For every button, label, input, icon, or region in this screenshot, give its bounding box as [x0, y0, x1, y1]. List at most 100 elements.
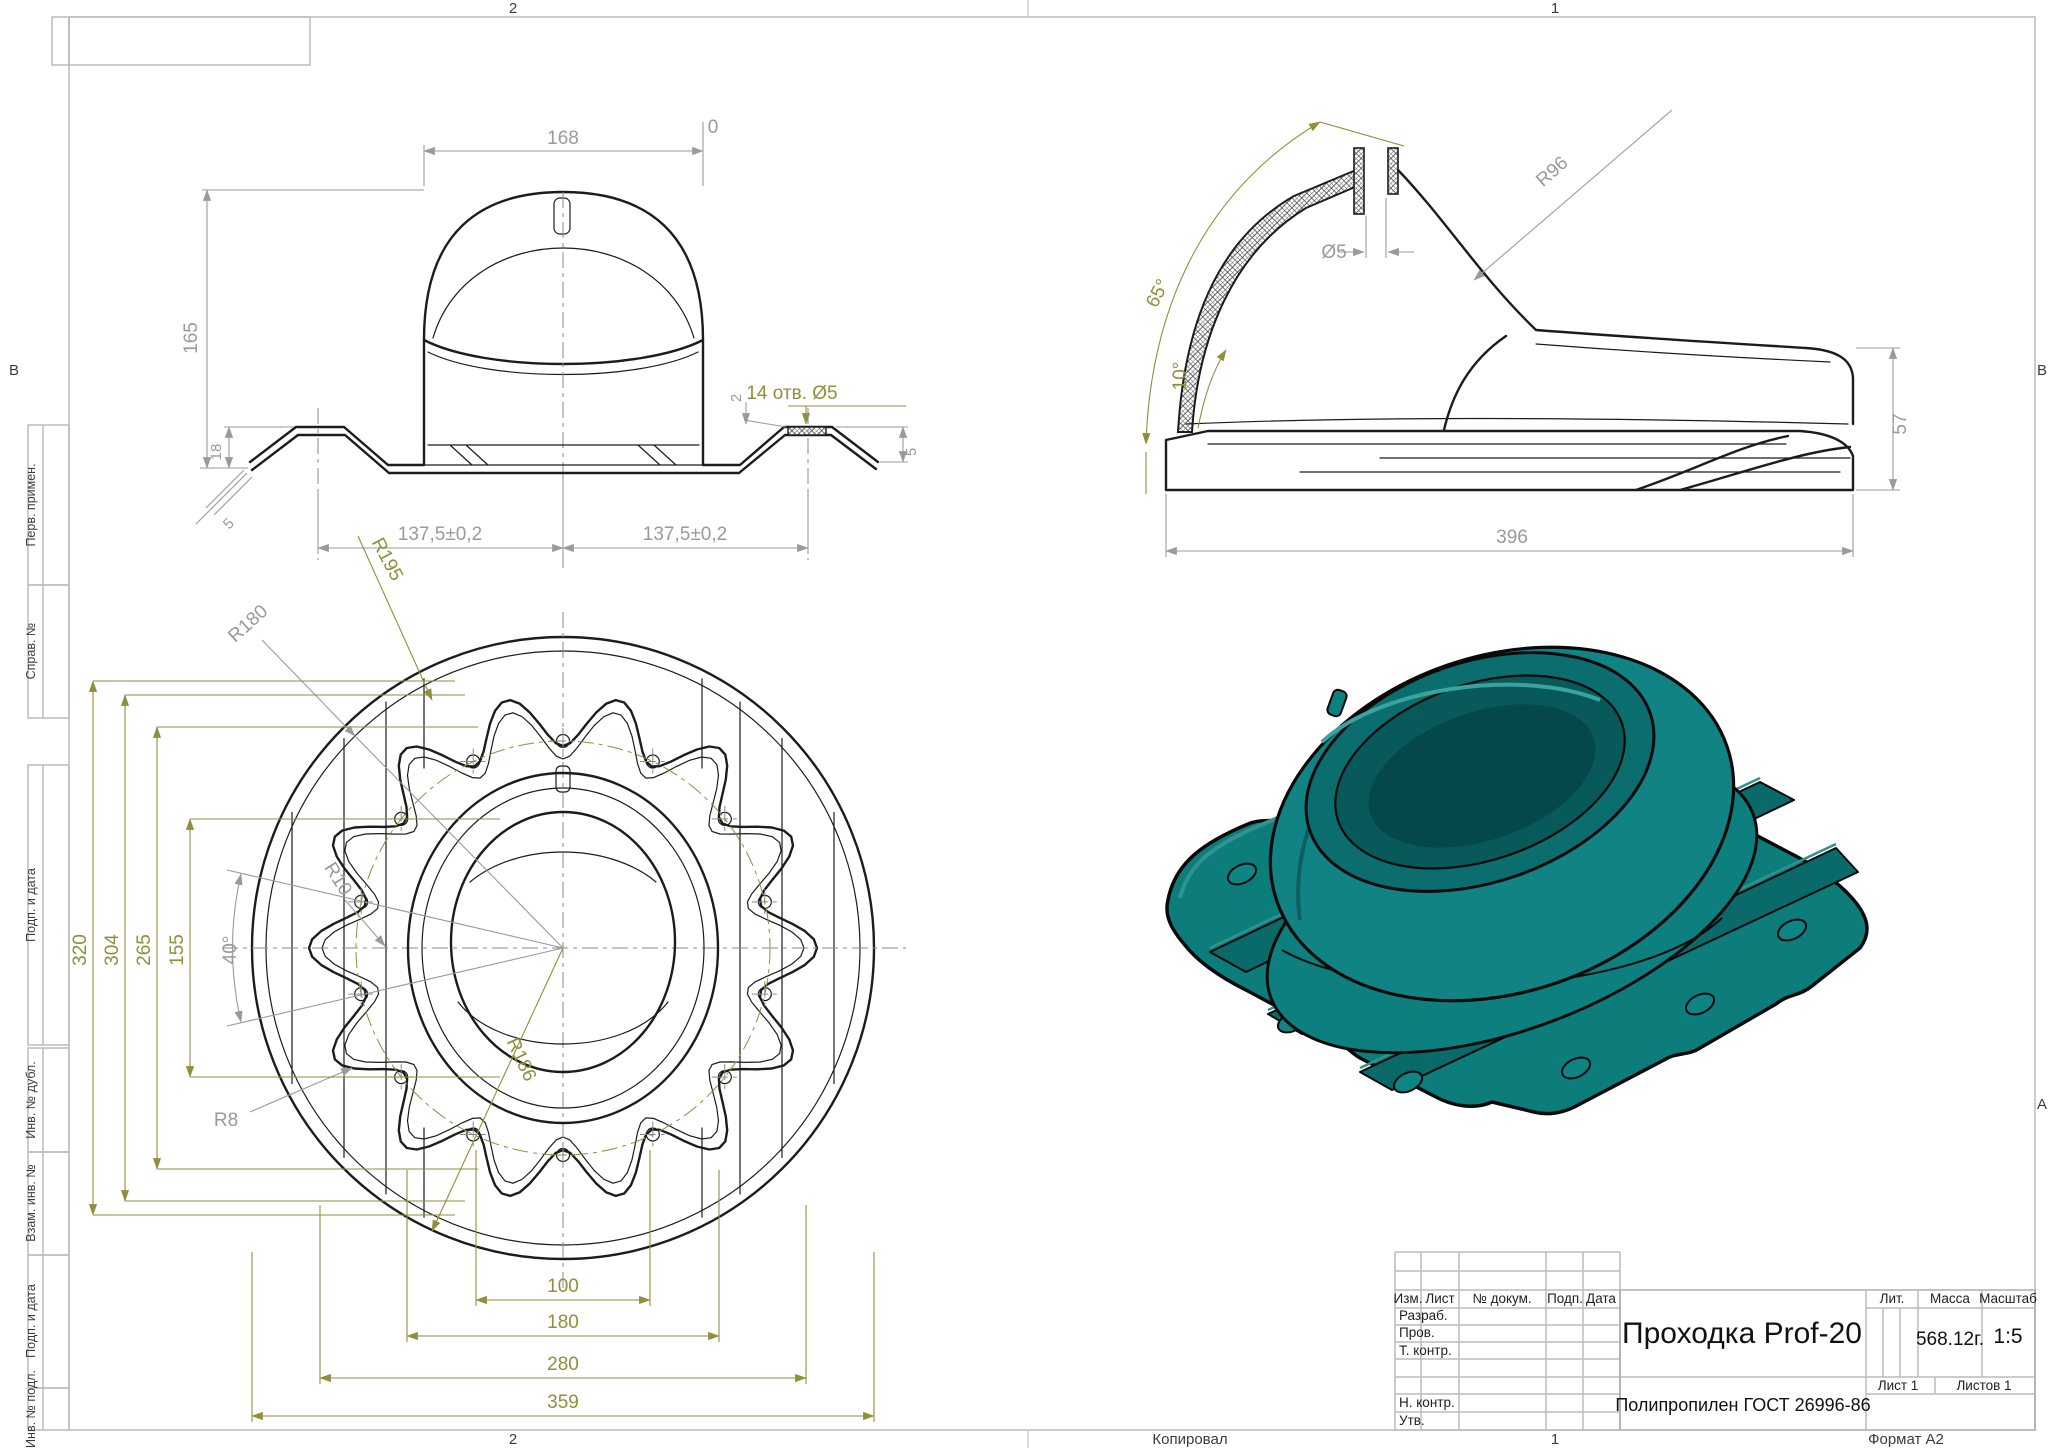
- sidebar-box: Инв. № подл.: [24, 1370, 69, 1448]
- row-tkontr: Т. контр.: [1399, 1343, 1452, 1358]
- dim-text-zero: 0: [708, 117, 719, 138]
- iso-view: [1167, 588, 1867, 1114]
- spigot-wall-right: [1388, 148, 1398, 194]
- mass-value: 568.12г.: [1916, 1329, 1984, 1350]
- dim-text: 137,5±0,2: [643, 524, 727, 545]
- sidebar-label: Подп. и дата: [24, 1284, 38, 1358]
- sidebar-label: Взам. инв. №: [24, 1164, 38, 1241]
- dim-text: 304: [102, 934, 123, 966]
- base-profile-bottom: [252, 435, 876, 473]
- sidebar-box: Справ. №: [24, 585, 69, 718]
- title-block: Изм. Лист № докум. Подп. Дата Разраб. Пр…: [1394, 1252, 2038, 1430]
- dim-text: 165: [181, 322, 202, 354]
- hole-centermark: [712, 1064, 738, 1090]
- dim-text: 396: [1496, 527, 1528, 548]
- iso-knob: [1326, 688, 1348, 717]
- row-letter-right: В: [2037, 362, 2047, 379]
- wall-section-hatch: [1178, 170, 1362, 432]
- sidebar-label: Инв. № дубл.: [24, 1061, 38, 1138]
- hole-centermark: [712, 806, 738, 832]
- sidebar-box: Инв. № дубл.: [24, 1048, 69, 1152]
- dim-137-pair: 137,5±0,2 137,5±0,2: [318, 478, 808, 554]
- side-body-outline: [1398, 170, 1853, 424]
- lit-label: Лит.: [1880, 1291, 1905, 1306]
- sidebar-box: Подп. и дата: [24, 1255, 69, 1388]
- row-nkontr: Н. контр.: [1399, 1395, 1455, 1410]
- dim-text: 280: [547, 1354, 579, 1375]
- drawing-canvas: 2 1 2 1 В В А Копировал Формат А2 Перв. …: [0, 0, 2048, 1448]
- dim-text: 5: [220, 515, 238, 533]
- col-podp: Подп.: [1547, 1291, 1583, 1306]
- sidebar-label: Подп. и дата: [24, 868, 38, 942]
- front-view: 168 0 165 18 5 137,5±0,2 13: [181, 117, 920, 572]
- zone-label: 1: [1551, 0, 1559, 17]
- dim-text: 137,5±0,2: [398, 524, 482, 545]
- side-body-front-edge: [1444, 336, 1506, 430]
- dim-text: 40°: [220, 936, 241, 965]
- hole-centermark: [752, 981, 778, 1007]
- spigot-wall-left: [1354, 148, 1364, 214]
- dim-168: 168 0: [424, 117, 718, 186]
- hole-section-hatch: [788, 427, 826, 435]
- dim-text: R96: [1532, 152, 1572, 191]
- col-izm: Изм.: [1394, 1291, 1423, 1306]
- row-prov: Пров.: [1399, 1325, 1435, 1340]
- sidebar-label: Инв. № подл.: [24, 1370, 38, 1448]
- dim-text: 14 отв. Ø5: [746, 383, 837, 404]
- copied-label: Копировал: [1152, 1431, 1227, 1448]
- dim-d5: Ø5: [1321, 198, 1414, 263]
- dim-57: 57: [1856, 348, 1911, 490]
- col-data: Дата: [1586, 1291, 1616, 1306]
- dome-knob: [554, 198, 570, 234]
- sidebar-label: Справ. №: [24, 623, 38, 680]
- sidebar-box: Подп. и дата: [24, 765, 69, 1045]
- dim-r180: R180: [224, 601, 563, 948]
- col-docnum: № докум.: [1472, 1291, 1531, 1306]
- dim-text: 320: [70, 934, 91, 966]
- corner-stamp-cell: [52, 17, 69, 65]
- dim-text: 57: [1890, 413, 1911, 434]
- dim-text: Ø5: [1321, 242, 1346, 263]
- sheet-number: Лист 1: [1878, 1378, 1919, 1393]
- dim-text: 5: [903, 448, 920, 456]
- drawing-material: Полипропилен ГОСТ 26996-86: [1615, 1395, 1870, 1415]
- side-base: [1166, 431, 1853, 490]
- dim-r195: R195: [358, 534, 432, 700]
- dim-5-right: 5: [836, 427, 920, 462]
- zone-label: 2: [509, 1431, 517, 1448]
- col-list: Лист: [1425, 1291, 1454, 1306]
- dim-text: 359: [547, 1392, 579, 1413]
- row-letter-right: А: [2037, 1096, 2047, 1113]
- sidebar-stamps: Перв. примен. Справ. № Подп. и дата Инв.…: [24, 425, 69, 1448]
- zone-label: 2: [509, 0, 517, 17]
- row-utv: Утв.: [1399, 1413, 1425, 1428]
- row-letter-left: В: [9, 362, 19, 379]
- sidebar-box: Взам. инв. №: [24, 1152, 69, 1255]
- scale-value: 1:5: [1993, 1325, 2022, 1348]
- dim-text: 155: [167, 934, 188, 966]
- side-view: 65° 10° Ø5 R96 57: [1142, 110, 1911, 557]
- dim-text: R10: [320, 859, 356, 900]
- sheets-total: Листов 1: [1956, 1378, 2011, 1393]
- sidebar-label: Перв. примен.: [24, 463, 38, 546]
- dim-396: 396: [1166, 494, 1853, 557]
- drawing-sheet: 2 1 2 1 В В А Копировал Формат А2 Перв. …: [0, 0, 2048, 1448]
- sidebar-box: Перв. примен.: [24, 425, 69, 585]
- scale-label: Масштаб: [1979, 1291, 2037, 1306]
- dim-text: 100: [547, 1276, 579, 1297]
- dim-text: 180: [547, 1312, 579, 1333]
- dim-text: 18: [208, 444, 225, 461]
- inner-frame: [69, 17, 2035, 1430]
- side-body-base-seam: [1186, 419, 1848, 424]
- dim-holes-note: 14 отв. Ø5: [746, 383, 906, 424]
- plan-view: R180 R195 R186 R10 R8 40° 320: [70, 534, 906, 1422]
- dim-5-left: 5: [196, 470, 252, 533]
- dim-r96: R96: [1474, 110, 1672, 280]
- base-profile-top: [250, 427, 878, 465]
- dim-text: 10°: [1170, 362, 1191, 391]
- sheet-frame: 2 1 2 1 В В А Копировал Формат А2: [9, 0, 2047, 1448]
- drawing-title: Проходка Prof-20: [1622, 1317, 1862, 1350]
- row-razrab: Разраб.: [1399, 1308, 1448, 1323]
- format-label: Формат А2: [1868, 1431, 1944, 1448]
- dim-text: 2: [728, 394, 745, 402]
